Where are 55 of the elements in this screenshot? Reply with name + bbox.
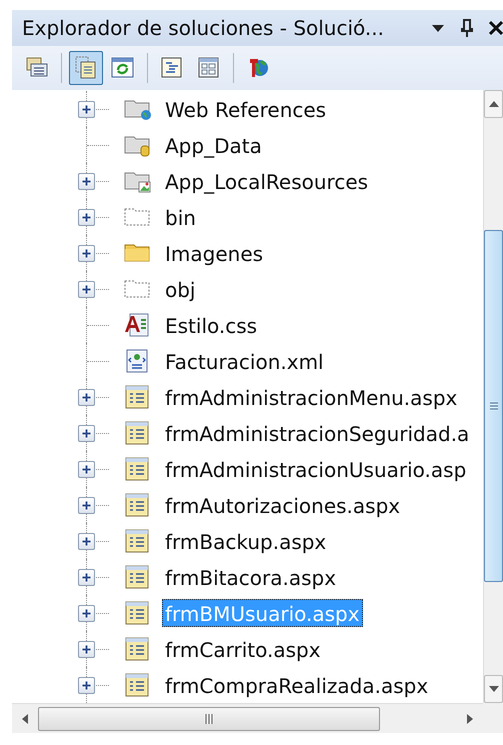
expand-icon[interactable] <box>78 461 95 478</box>
tree-item[interactable]: App_Data <box>162 131 265 159</box>
expand-icon[interactable] <box>78 641 95 658</box>
tree-item[interactable]: frmCarrito.aspx <box>162 635 324 663</box>
expand-icon[interactable] <box>78 173 95 190</box>
tree-item[interactable]: frmBackup.aspx <box>162 527 330 555</box>
expand-icon[interactable] <box>78 569 95 586</box>
tree-item[interactable]: frmAdministracionMenu.aspx <box>162 383 460 411</box>
form-file-icon <box>124 456 151 482</box>
tree-item[interactable]: frmAdministracionUsuario.asp <box>162 455 470 483</box>
pin-icon[interactable] <box>461 19 473 37</box>
tree-item[interactable]: frmAdministracionSeguridad.a <box>162 419 472 447</box>
expand-icon[interactable] <box>78 209 95 226</box>
grip-icon <box>204 714 214 724</box>
form-file-icon <box>124 420 151 446</box>
expand-icon[interactable] <box>78 425 95 442</box>
grip-icon <box>490 402 498 410</box>
tree-item[interactable]: frmAutorizaciones.aspx <box>162 491 404 519</box>
form-file-icon <box>124 384 151 410</box>
tree-item[interactable]: Estilo.css <box>162 311 260 339</box>
scrollbar-thumb[interactable] <box>38 706 380 730</box>
tree-item[interactable]: Web References <box>162 95 330 123</box>
tree-item[interactable]: bin <box>162 203 199 231</box>
scroll-down-button[interactable] <box>484 675 503 703</box>
show-all-button[interactable] <box>69 51 103 85</box>
scroll-right-icon[interactable] <box>467 714 473 724</box>
window-title: Explorador de soluciones - Solució... <box>22 16 384 40</box>
tree-item[interactable]: Facturacion.xml <box>162 347 327 375</box>
close-icon[interactable] <box>489 20 503 36</box>
expand-icon[interactable] <box>78 497 95 514</box>
expand-icon[interactable] <box>78 389 95 406</box>
up-arrow-icon <box>488 101 498 107</box>
form-file-icon <box>124 492 151 518</box>
expand-icon[interactable] <box>78 245 95 262</box>
form-file-icon <box>124 564 151 590</box>
expand-icon[interactable] <box>78 533 95 550</box>
dropdown-icon[interactable] <box>431 23 445 33</box>
scrollbar-thumb[interactable] <box>484 230 503 582</box>
expand-icon[interactable] <box>78 605 95 622</box>
tree-item[interactable]: frmCompraRealizada.aspx <box>162 671 432 699</box>
form-file-icon <box>124 672 151 698</box>
tree-item[interactable]: obj <box>162 275 198 303</box>
tree-item[interactable]: Imagenes <box>162 239 266 267</box>
expand-icon[interactable] <box>78 677 95 694</box>
expand-icon[interactable] <box>78 101 95 118</box>
form-file-icon <box>124 528 151 554</box>
form-file-icon <box>124 636 151 662</box>
form-file-icon <box>124 600 151 626</box>
down-arrow-icon <box>488 686 498 692</box>
scroll-left-icon[interactable] <box>22 714 28 724</box>
stylesheet-file-icon <box>124 312 151 338</box>
tree-item[interactable]: App_LocalResources <box>162 167 372 195</box>
tree-item[interactable]: frmBitacora.aspx <box>162 563 340 591</box>
scroll-up-button[interactable] <box>484 90 503 118</box>
expand-icon[interactable] <box>78 281 95 298</box>
